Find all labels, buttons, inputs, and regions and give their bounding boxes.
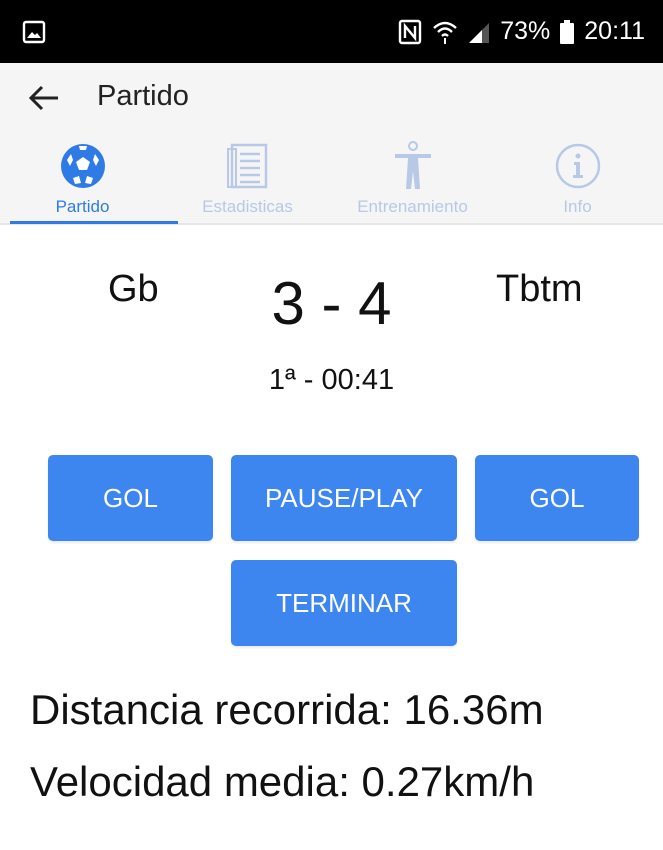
status-bar: 73% 20:11: [0, 0, 663, 63]
wifi-icon: [432, 20, 458, 44]
status-time: 20:11: [584, 17, 645, 45]
document-list-icon: [226, 141, 270, 191]
tab-info-label: Info: [563, 197, 592, 216]
tab-estadisticas[interactable]: Estadisticas: [165, 133, 330, 224]
match-clock: 1ª - 00:41: [268, 364, 395, 396]
battery-percentage: 73%: [500, 17, 551, 45]
tab-estadisticas-label: Estadisticas: [202, 197, 293, 216]
terminar-button[interactable]: TERMINAR: [231, 560, 457, 646]
image-icon: [22, 20, 46, 44]
away-team-name: Tbtm: [496, 268, 583, 310]
pause-play-button[interactable]: PAUSE/PLAY: [231, 455, 457, 541]
tab-partido-label: Partido: [55, 197, 110, 216]
signal-icon: [468, 20, 490, 44]
page-title: Partido: [97, 80, 189, 112]
app-bar: Partido Partido Estadisticas Entrenamien…: [0, 63, 663, 224]
distance-stat: Distancia recorrida: 16.36m: [30, 686, 544, 733]
info-icon: [554, 141, 602, 191]
battery-icon: [560, 19, 575, 44]
tab-bar: Partido Estadisticas Entrenamiento Info: [0, 133, 663, 224]
active-tab-indicator: [10, 221, 178, 224]
person-icon: [393, 141, 433, 191]
arrow-left-icon: [28, 84, 60, 117]
tab-entrenamiento-label: Entrenamiento: [357, 197, 468, 216]
speed-stat: Velocidad media: 0.27km/h: [30, 758, 535, 805]
gol-away-button[interactable]: GOL: [475, 455, 639, 541]
soccer-ball-icon: [59, 141, 107, 191]
tab-info[interactable]: Info: [495, 133, 660, 224]
tab-entrenamiento[interactable]: Entrenamiento: [330, 133, 495, 224]
back-button[interactable]: [22, 78, 66, 122]
tab-partido[interactable]: Partido: [0, 133, 165, 224]
nfc-icon: [398, 19, 422, 45]
gol-home-button[interactable]: GOL: [48, 455, 213, 541]
